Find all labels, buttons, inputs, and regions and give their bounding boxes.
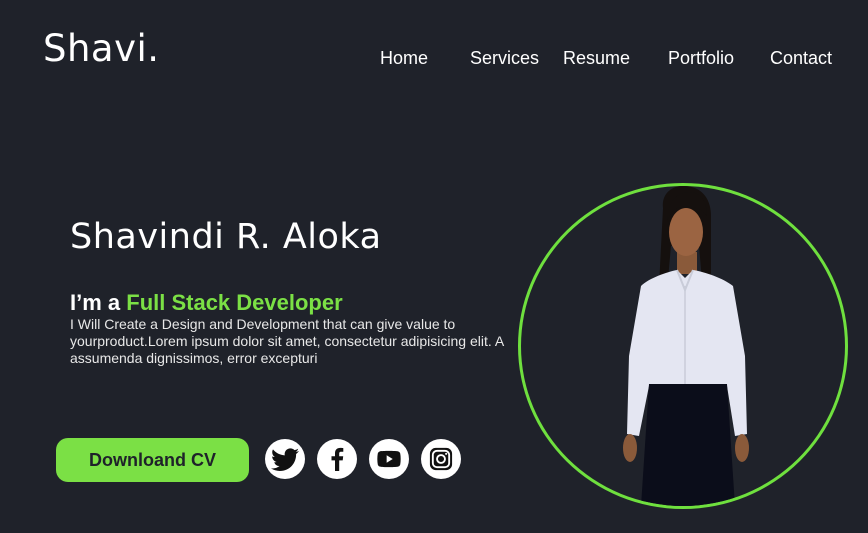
download-cv-button[interactable]: Downloand CV: [56, 438, 249, 482]
twitter-link[interactable]: [265, 439, 305, 479]
nav-portfolio-link[interactable]: Portfolio: [668, 47, 734, 69]
nav-contact-link[interactable]: Contact: [770, 47, 832, 69]
youtube-icon: [377, 450, 401, 468]
youtube-link[interactable]: [369, 439, 409, 479]
person-illustration: [623, 186, 749, 506]
nav-home-link[interactable]: Home: [380, 47, 428, 69]
instagram-link[interactable]: [421, 439, 461, 479]
twitter-icon: [271, 448, 299, 471]
role-prefix: I’m a: [70, 290, 127, 315]
nav-resume-link[interactable]: Resume: [563, 47, 630, 69]
hero-role: I’m a Full Stack Developer: [70, 290, 343, 316]
facebook-icon: [318, 440, 356, 478]
instagram-icon: [429, 447, 453, 471]
hero-name: Shavindi R. Aloka: [70, 217, 382, 257]
page: Shavi. Home Services Resume Portfolio Co…: [0, 0, 868, 533]
main-nav: Home Services Resume Portfolio Contact: [0, 47, 868, 69]
nav-services-link[interactable]: Services: [470, 47, 539, 69]
facebook-link[interactable]: [317, 439, 357, 479]
hero-description: I Will Create a Design and Development t…: [70, 316, 504, 366]
profile-photo: [518, 183, 848, 509]
role-highlight: Full Stack Developer: [126, 290, 343, 315]
